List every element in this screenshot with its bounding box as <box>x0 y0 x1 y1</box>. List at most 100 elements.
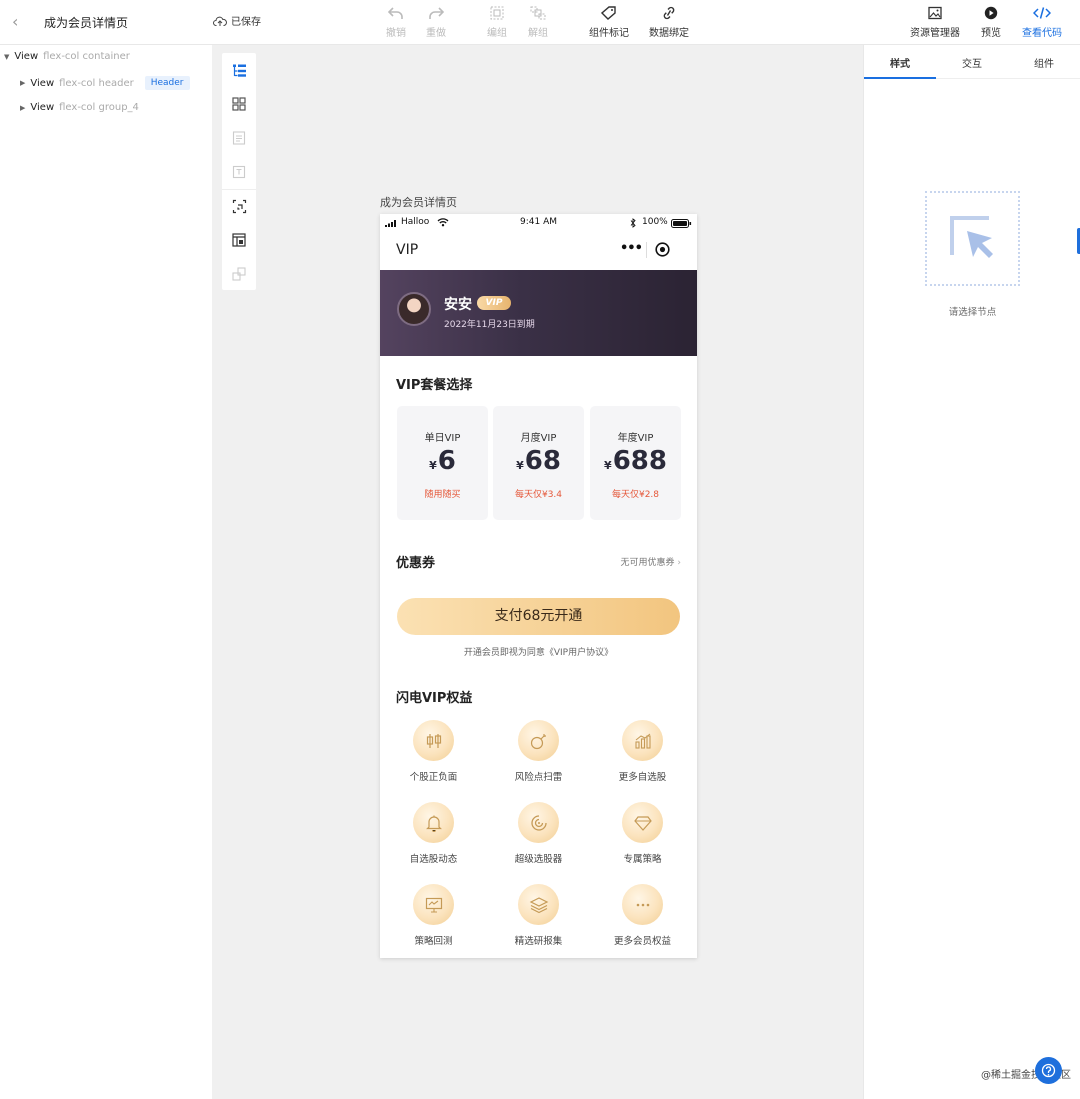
nav-bar: VIP ••• <box>380 232 697 270</box>
nav-title: VIP <box>396 242 419 258</box>
benefit-item[interactable]: 个股正负面 <box>381 720 486 783</box>
benefits-title: 闪电VIP权益 <box>396 691 473 706</box>
tab-components[interactable]: 组件 <box>1008 55 1080 70</box>
layer-tree-panel: ▼ View flex-col container ▶ View flex-co… <box>0 45 212 1099</box>
back-icon[interactable]: ‹ <box>12 12 18 31</box>
play-circle-icon <box>967 6 1015 24</box>
plan-name: 年度VIP <box>617 433 654 444</box>
help-icon <box>1041 1063 1056 1078</box>
currency-symbol: ¥ <box>429 459 437 472</box>
benefit-item[interactable]: 更多会员权益 <box>590 884 695 947</box>
plan-note: 每天仅¥2.8 <box>611 490 660 500</box>
benefit-item[interactable]: 精选研报集 <box>486 884 591 947</box>
component-badge: Header <box>144 76 190 90</box>
bell-icon <box>413 802 454 843</box>
image-icon <box>906 6 964 24</box>
tree-node-container[interactable]: ▼ View flex-col container <box>4 51 130 62</box>
benefit-item[interactable]: 风险点扫雷 <box>486 720 591 783</box>
tab-label: 组件 <box>1034 59 1054 70</box>
saved-label: 已保存 <box>231 17 261 28</box>
plan-card-monthly[interactable]: 月度VIP ¥68 每天仅¥3.4 <box>493 406 584 520</box>
tree-node-group-4[interactable]: ▶ View flex-col group_4 <box>20 102 139 113</box>
wifi-icon <box>437 218 449 227</box>
coupon-title: 优惠券 <box>396 556 436 571</box>
resource-manager-button[interactable]: 资源管理器 <box>906 6 964 39</box>
tree-node-tag: View <box>30 77 55 89</box>
benefit-label: 风险点扫雷 <box>514 772 563 783</box>
benefit-item[interactable]: 专属策略 <box>590 802 695 865</box>
redo-label: 重做 <box>426 28 446 39</box>
top-toolbar: ‹ 成为会员详情页 已保存 撤销 重做 编组 解组 组件标记 数据绑定 资源管理… <box>0 0 1080 45</box>
empty-selection-text: 请选择节点 <box>948 307 997 318</box>
caret-right-icon[interactable]: ▶ <box>20 104 25 112</box>
template-icon[interactable] <box>222 155 256 189</box>
plan-name: 月度VIP <box>520 433 557 444</box>
benefit-label: 专属策略 <box>623 854 662 865</box>
plan-card-daily[interactable]: 单日VIP ¥6 随用随买 <box>397 406 488 520</box>
data-binding-button[interactable]: 数据绑定 <box>645 6 693 39</box>
preview-button[interactable]: 预览 <box>967 6 1015 39</box>
tree-node-tag: View <box>14 51 39 62</box>
tab-label: 样式 <box>890 59 910 70</box>
benefit-label: 精选研报集 <box>514 936 563 947</box>
ungroup-button[interactable]: 解组 <box>514 6 562 39</box>
benefit-item[interactable]: 自选股动态 <box>381 802 486 865</box>
redo-button[interactable]: 重做 <box>412 6 460 39</box>
undo-label: 撤销 <box>386 28 406 39</box>
vip-badge: VIP <box>477 296 511 310</box>
link-component-icon[interactable] <box>222 257 256 291</box>
more-icon <box>622 884 663 925</box>
caret-down-icon[interactable]: ▼ <box>4 53 9 61</box>
plan-price-value: 68 <box>524 446 561 476</box>
benefit-label: 策略回测 <box>414 936 453 947</box>
bomb-icon <box>518 720 559 761</box>
phone-frame[interactable]: Halloo 9:41 AM 100% VIP ••• 安安 VIP 2022年… <box>380 214 697 958</box>
plan-price-value: 6 <box>437 446 456 476</box>
benefit-item[interactable]: 策略回测 <box>381 884 486 947</box>
layout-icon[interactable] <box>222 223 256 257</box>
data-binding-label: 数据绑定 <box>649 28 689 39</box>
bar-chart-icon <box>622 720 663 761</box>
benefit-item[interactable]: 超级选股器 <box>486 802 591 865</box>
benefit-label: 自选股动态 <box>409 854 458 865</box>
layers-tree-icon[interactable] <box>222 53 256 87</box>
more-dots-icon[interactable]: ••• <box>620 241 643 256</box>
side-toolstrip <box>222 53 256 290</box>
pay-button[interactable]: 支付68元开通 <box>397 598 680 635</box>
close-target-icon[interactable] <box>655 242 670 257</box>
help-floating-button[interactable] <box>1035 1057 1062 1084</box>
benefit-label: 超级选股器 <box>514 854 563 865</box>
tag-icon <box>585 6 633 24</box>
view-code-button[interactable]: 查看代码 <box>1018 6 1066 39</box>
plan-card-yearly[interactable]: 年度VIP ¥688 每天仅¥2.8 <box>590 406 681 520</box>
agreement-text[interactable]: 开通会员即视为同意《VIP用户协议》 <box>380 645 697 658</box>
spiral-icon <box>518 802 559 843</box>
plan-price-value: 688 <box>612 446 667 476</box>
redo-icon <box>412 6 460 24</box>
status-bar: Halloo 9:41 AM 100% <box>380 214 697 232</box>
tab-interaction[interactable]: 交互 <box>936 55 1008 70</box>
resource-manager-label: 资源管理器 <box>910 28 960 39</box>
group-label: 编组 <box>487 28 507 39</box>
components-grid-icon[interactable] <box>222 87 256 121</box>
tab-style[interactable]: 样式 <box>864 55 936 70</box>
currency-symbol: ¥ <box>604 459 612 472</box>
tree-node-header[interactable]: ▶ View flex-col header Header <box>20 76 190 90</box>
plan-note: 随用随买 <box>424 490 461 500</box>
properties-panel: 样式 交互 组件 请选择节点 <box>863 45 1080 1099</box>
signal-icon <box>385 220 396 227</box>
benefit-label: 个股正负面 <box>409 772 458 783</box>
currency-symbol: ¥ <box>516 459 524 472</box>
tree-node-class: flex-col container <box>43 51 130 62</box>
benefit-item[interactable]: 更多自选股 <box>590 720 695 783</box>
coupon-link[interactable]: 无可用优惠券 › <box>621 555 682 568</box>
plan-note: 每天仅¥3.4 <box>514 490 563 500</box>
carrier-label: Halloo <box>401 217 430 227</box>
plan-price: ¥688 <box>590 446 681 476</box>
caret-right-icon[interactable]: ▶ <box>20 79 25 87</box>
component-mark-button[interactable]: 组件标记 <box>585 6 633 39</box>
select-area-icon[interactable] <box>222 189 256 223</box>
document-icon[interactable] <box>222 121 256 155</box>
plans-section-title: VIP套餐选择 <box>396 378 473 393</box>
candlestick-icon <box>413 720 454 761</box>
